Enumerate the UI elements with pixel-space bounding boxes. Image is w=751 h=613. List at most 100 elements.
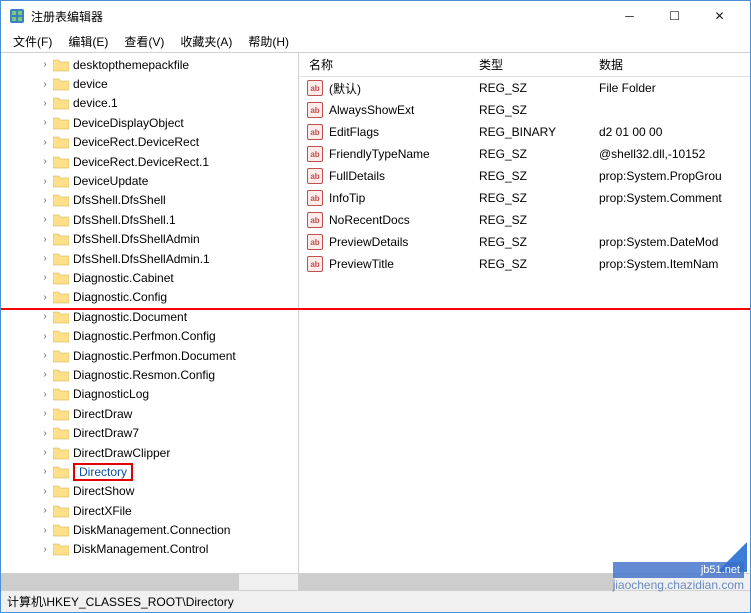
string-value-icon: ab — [307, 234, 323, 250]
tree-item-label: Diagnostic.Perfmon.Document — [73, 349, 236, 363]
tree-item-label: Diagnostic.Document — [73, 310, 187, 324]
folder-icon — [53, 96, 69, 110]
tree-item[interactable]: › DfsShell.DfsShell — [1, 191, 298, 210]
tree-item[interactable]: › Directory — [1, 462, 298, 481]
string-value-icon: ab — [307, 256, 323, 272]
expand-icon[interactable]: › — [39, 331, 51, 342]
expand-icon[interactable]: › — [39, 214, 51, 225]
list-item[interactable]: abPreviewDetailsREG_SZprop:System.DateMo… — [299, 231, 750, 253]
expand-icon[interactable]: › — [39, 79, 51, 90]
expand-icon[interactable]: › — [39, 156, 51, 167]
tree-item[interactable]: ›DiagnosticLog — [1, 385, 298, 404]
list-item[interactable]: ab(默认)REG_SZFile Folder — [299, 77, 750, 99]
watermark-line2: jiaocheng.chazidian.com — [613, 578, 744, 594]
folder-icon — [53, 58, 69, 72]
tree-item-label: DiskManagement.Connection — [73, 523, 230, 537]
menu-file[interactable]: 文件(F) — [5, 31, 60, 52]
folder-icon — [53, 426, 69, 440]
menu-view[interactable]: 查看(V) — [116, 31, 172, 52]
expand-icon[interactable]: › — [39, 176, 51, 187]
list-item[interactable]: abAlwaysShowExtREG_SZ — [299, 99, 750, 121]
tree-item-label: DiskManagement.Control — [73, 542, 208, 556]
value-name: FriendlyTypeName — [329, 147, 430, 161]
expand-icon[interactable]: › — [39, 234, 51, 245]
tree-item[interactable]: › Diagnostic.Perfmon.Document — [1, 346, 298, 365]
value-name: PreviewDetails — [329, 235, 408, 249]
header-type[interactable]: 类型 — [469, 56, 589, 73]
list-item[interactable]: abInfoTipREG_SZprop:System.Comment — [299, 187, 750, 209]
header-data[interactable]: 数据 — [589, 56, 750, 73]
list-item[interactable]: abFullDetailsREG_SZprop:System.PropGrou — [299, 165, 750, 187]
expand-icon[interactable]: › — [39, 117, 51, 128]
tree-item[interactable]: ›DfsShell.DfsShellAdmin — [1, 230, 298, 249]
list-item[interactable]: abNoRecentDocsREG_SZ — [299, 209, 750, 231]
tree-item[interactable]: ›DeviceDisplayObject — [1, 113, 298, 132]
maximize-button[interactable]: ☐ — [652, 1, 697, 31]
folder-icon — [53, 484, 69, 498]
tree-item[interactable]: › DiskManagement.Control — [1, 540, 298, 559]
expand-icon[interactable]: › — [39, 311, 51, 322]
tree-item[interactable]: ›DeviceUpdate — [1, 171, 298, 190]
tree-item[interactable]: ›DeviceRect.DeviceRect.1 — [1, 152, 298, 171]
tree-item-label: DirectXFile — [73, 504, 132, 518]
expand-icon[interactable]: › — [39, 137, 51, 148]
value-data: @shell32.dll,-10152 — [589, 147, 750, 161]
expand-icon[interactable]: › — [39, 272, 51, 283]
tree-item[interactable]: ›device — [1, 74, 298, 93]
folder-icon — [53, 135, 69, 149]
expand-icon[interactable]: › — [39, 466, 51, 477]
expand-icon[interactable]: › — [39, 253, 51, 264]
tree-item[interactable]: ›Diagnostic.Perfmon.Config — [1, 326, 298, 345]
value-type: REG_SZ — [469, 213, 589, 227]
tree-item[interactable]: › Diagnostic.Resmon.Config — [1, 365, 298, 384]
tree-item[interactable]: ›DirectShow — [1, 482, 298, 501]
tree-item[interactable]: ›DeviceRect.DeviceRect — [1, 133, 298, 152]
tree-item[interactable]: › DirectXFile — [1, 501, 298, 520]
expand-icon[interactable]: › — [39, 59, 51, 70]
header-name[interactable]: 名称 — [299, 56, 469, 73]
tree-item-label: Directory — [73, 463, 133, 481]
value-list[interactable]: ab(默认)REG_SZFile FolderabAlwaysShowExtRE… — [299, 77, 750, 275]
expand-icon[interactable]: › — [39, 428, 51, 439]
expand-icon[interactable]: › — [39, 505, 51, 516]
tree-item[interactable]: ›DfsShell.DfsShell.1 — [1, 210, 298, 229]
folder-icon — [53, 542, 69, 556]
menu-help[interactable]: 帮助(H) — [240, 31, 297, 52]
tree-item-label: Diagnostic.Resmon.Config — [73, 368, 215, 382]
tree-item[interactable]: › DiskManagement.Connection — [1, 520, 298, 539]
list-item[interactable]: abPreviewTitleREG_SZprop:System.ItemNam — [299, 253, 750, 275]
folder-icon — [53, 193, 69, 207]
status-path: 计算机\HKEY_CLASSES_ROOT\Directory — [7, 593, 234, 610]
close-button[interactable]: ✕ — [697, 1, 742, 31]
value-name: (默认) — [329, 80, 361, 97]
expand-icon[interactable]: › — [39, 98, 51, 109]
tree-item[interactable]: ›DirectDraw7 — [1, 423, 298, 442]
expand-icon[interactable]: › — [39, 544, 51, 555]
list-item[interactable]: abFriendlyTypeNameREG_SZ@shell32.dll,-10… — [299, 143, 750, 165]
expand-icon[interactable]: › — [39, 389, 51, 400]
expand-icon[interactable]: › — [39, 408, 51, 419]
list-item[interactable]: abEditFlagsREG_BINARYd2 01 00 00 — [299, 121, 750, 143]
value-type: REG_SZ — [469, 103, 589, 117]
tree-hscroll[interactable] — [1, 573, 299, 590]
tree-item[interactable]: ›device.1 — [1, 94, 298, 113]
expand-icon[interactable]: › — [39, 525, 51, 536]
expand-icon[interactable]: › — [39, 292, 51, 303]
tree-item[interactable]: ›DirectDraw — [1, 404, 298, 423]
expand-icon[interactable]: › — [39, 447, 51, 458]
tree-item-label: DfsShell.DfsShell — [73, 193, 166, 207]
value-type: REG_SZ — [469, 81, 589, 95]
menu-favorites[interactable]: 收藏夹(A) — [172, 31, 240, 52]
tree-item[interactable]: ›Diagnostic.Config — [1, 288, 298, 307]
content-area: ›desktopthemepackfile›device›device.1›De… — [1, 53, 750, 573]
tree-item[interactable]: ›Diagnostic.Cabinet — [1, 268, 298, 287]
tree-item[interactable]: ›DfsShell.DfsShellAdmin.1 — [1, 249, 298, 268]
expand-icon[interactable]: › — [39, 486, 51, 497]
expand-icon[interactable]: › — [39, 195, 51, 206]
minimize-button[interactable]: ─ — [607, 1, 652, 31]
expand-icon[interactable]: › — [39, 369, 51, 380]
tree-item[interactable]: ›DirectDrawClipper — [1, 443, 298, 462]
menu-edit[interactable]: 编辑(E) — [60, 31, 116, 52]
tree-item[interactable]: ›desktopthemepackfile — [1, 55, 298, 74]
expand-icon[interactable]: › — [39, 350, 51, 361]
